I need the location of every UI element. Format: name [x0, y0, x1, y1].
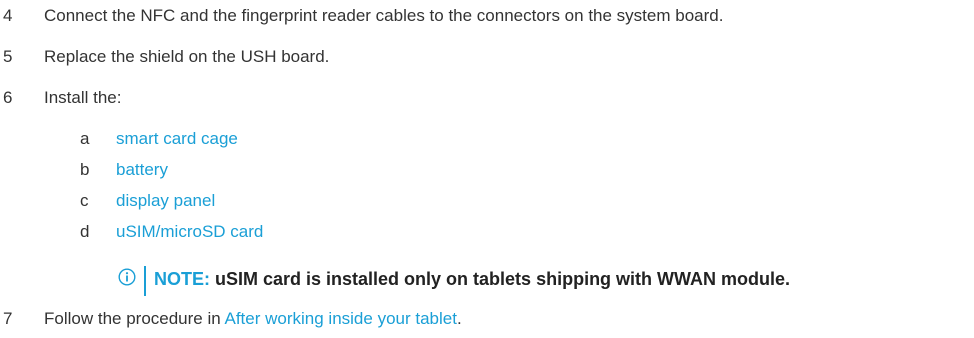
step-number: 5 [3, 47, 13, 66]
note-divider [144, 266, 146, 296]
step-text: Connect the NFC and the fingerprint read… [44, 6, 724, 25]
note-text: uSIM card is installed only on tablets s… [210, 269, 791, 289]
step-text: Replace the shield on the USH board. [44, 47, 330, 66]
note-label: NOTE: [154, 269, 210, 289]
step-text-after: . [456, 309, 462, 328]
step-text: Follow the procedure in After working in… [44, 307, 462, 331]
step-number: 6 [3, 88, 13, 107]
substep-letter: b [80, 160, 90, 179]
usim-microsd-card-link[interactable]: uSIM/microSD card [116, 220, 263, 244]
step-text-before: Follow the procedure in [44, 309, 225, 328]
step-number: 4 [3, 6, 13, 25]
step-text: Install the: [44, 88, 122, 107]
substep-letter: c [80, 191, 89, 210]
display-panel-link[interactable]: display panel [116, 189, 215, 213]
substep-letter: a [80, 129, 90, 148]
step-number: 7 [3, 309, 13, 328]
after-working-inside-tablet-link[interactable]: After working inside your tablet [225, 309, 457, 328]
info-icon [118, 268, 136, 286]
note-content: NOTE: uSIM card is installed only on tab… [154, 269, 790, 290]
battery-link[interactable]: battery [116, 158, 168, 182]
substep-letter: d [80, 222, 90, 241]
smart-card-cage-link[interactable]: smart card cage [116, 127, 238, 151]
